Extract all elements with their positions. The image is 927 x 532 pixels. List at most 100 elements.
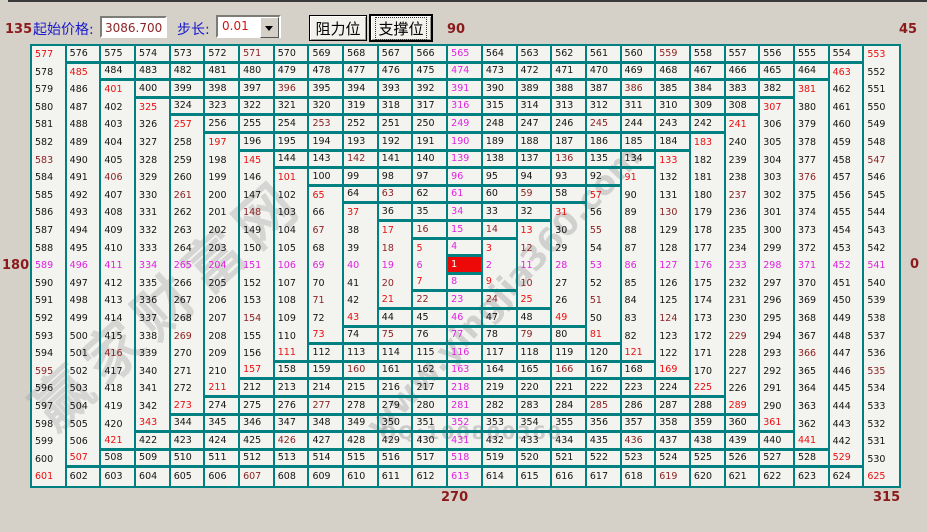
grid-cell: 69 xyxy=(309,257,344,275)
grid-cell: 260 xyxy=(171,169,206,187)
grid-cell: 283 xyxy=(518,398,553,416)
grid-cell: 557 xyxy=(726,46,761,64)
grid-cell: 249 xyxy=(448,116,483,134)
grid-cell: 90 xyxy=(622,187,657,205)
angle-label-135: 135 xyxy=(5,22,32,37)
grid-cell: 372 xyxy=(795,240,830,258)
grid-cell: 117 xyxy=(483,345,518,363)
grid-cell: 341 xyxy=(136,380,171,398)
start-price-input[interactable] xyxy=(100,16,167,38)
grid-cell: 205 xyxy=(205,275,240,293)
grid-cell: 400 xyxy=(136,81,171,99)
grid-cell: 496 xyxy=(67,257,102,275)
grid-cell: 5 xyxy=(413,240,448,258)
grid-cell: 287 xyxy=(656,398,691,416)
grid-cell: 115 xyxy=(413,345,448,363)
grid-cell: 482 xyxy=(171,64,206,82)
grid-cell: 155 xyxy=(240,328,275,346)
grid-cell: 445 xyxy=(830,380,865,398)
grid-cell: 357 xyxy=(622,416,657,434)
grid-cell: 328 xyxy=(136,152,171,170)
grid-cell: 469 xyxy=(622,64,657,82)
grid-cell: 157 xyxy=(240,363,275,381)
grid-cell: 575 xyxy=(101,46,136,64)
grid-cell: 26 xyxy=(552,292,587,310)
grid-cell: 46 xyxy=(448,310,483,328)
grid-cell: 490 xyxy=(67,152,102,170)
step-dropdown[interactable]: 0.01 xyxy=(216,15,281,38)
grid-cell: 307 xyxy=(760,99,795,117)
grid-cell: 295 xyxy=(760,310,795,328)
grid-cell: 424 xyxy=(205,433,240,451)
grid-cell: 364 xyxy=(795,380,830,398)
grid-cell: 119 xyxy=(552,345,587,363)
grid-cell: 517 xyxy=(413,451,448,469)
grid-cell: 106 xyxy=(275,257,310,275)
grid-cell: 585 xyxy=(32,187,67,205)
grid-cell: 78 xyxy=(483,328,518,346)
grid-cell: 423 xyxy=(171,433,206,451)
grid-cell: 492 xyxy=(67,187,102,205)
grid-cell: 352 xyxy=(448,416,483,434)
grid-cell: 152 xyxy=(240,275,275,293)
grid-cell: 37 xyxy=(344,204,379,222)
grid-cell: 207 xyxy=(205,310,240,328)
step-dropdown-button[interactable] xyxy=(260,17,279,38)
grid-cell: 394 xyxy=(344,81,379,99)
grid-cell: 144 xyxy=(275,152,310,170)
grid-cell: 522 xyxy=(587,451,622,469)
grid-cell: 233 xyxy=(726,257,761,275)
window-top-border xyxy=(8,0,927,2)
support-button[interactable]: 支撑位 xyxy=(370,15,432,41)
grid-cell: 160 xyxy=(344,363,379,381)
grid-cell: 257 xyxy=(171,116,206,134)
grid-cell: 382 xyxy=(760,81,795,99)
grid-cell: 48 xyxy=(518,310,553,328)
grid-cell: 138 xyxy=(483,152,518,170)
grid-cell: 387 xyxy=(587,81,622,99)
grid-cell: 550 xyxy=(864,99,899,117)
grid-cell: 4 xyxy=(448,240,483,258)
grid-cell: 404 xyxy=(101,134,136,152)
grid-cell: 302 xyxy=(760,187,795,205)
grid-cell: 459 xyxy=(830,134,865,152)
grid-cell: 311 xyxy=(622,99,657,117)
grid-cell: 587 xyxy=(32,222,67,240)
grid-cell: 293 xyxy=(760,345,795,363)
grid-cell: 223 xyxy=(622,380,657,398)
grid-cell: 609 xyxy=(309,468,344,486)
grid-cell: 30 xyxy=(552,222,587,240)
grid-cell: 274 xyxy=(205,398,240,416)
grid-cell: 467 xyxy=(691,64,726,82)
grid-cell: 390 xyxy=(483,81,518,99)
grid-cell: 39 xyxy=(344,240,379,258)
grid-cell: 512 xyxy=(240,451,275,469)
grid-cell: 405 xyxy=(101,152,136,170)
grid-cell: 213 xyxy=(275,380,310,398)
grid-cell: 19 xyxy=(379,257,414,275)
grid-cell: 245 xyxy=(587,116,622,134)
grid-cell: 349 xyxy=(344,416,379,434)
grid-cell: 594 xyxy=(32,345,67,363)
grid-cell: 7 xyxy=(413,275,448,293)
grid-cell: 6 xyxy=(413,257,448,275)
grid-cell: 402 xyxy=(101,99,136,117)
grid-cell: 303 xyxy=(760,169,795,187)
grid-cell: 62 xyxy=(413,187,448,205)
grid-cell: 97 xyxy=(413,169,448,187)
grid-cell: 618 xyxy=(622,468,657,486)
grid-cell: 127 xyxy=(656,257,691,275)
grid-cell: 326 xyxy=(136,116,171,134)
grid-cell: 546 xyxy=(864,169,899,187)
grid-cell: 74 xyxy=(344,328,379,346)
grid-cell: 530 xyxy=(864,451,899,469)
grid-cell: 306 xyxy=(760,116,795,134)
grid-cell: 185 xyxy=(622,134,657,152)
grid-cell: 395 xyxy=(309,81,344,99)
grid-cell: 331 xyxy=(136,204,171,222)
resistance-button[interactable]: 阻力位 xyxy=(309,15,367,41)
grid-cell: 462 xyxy=(830,81,865,99)
grid-cell: 345 xyxy=(205,416,240,434)
grid-cell: 52 xyxy=(587,275,622,293)
grid-cell: 12 xyxy=(518,240,553,258)
